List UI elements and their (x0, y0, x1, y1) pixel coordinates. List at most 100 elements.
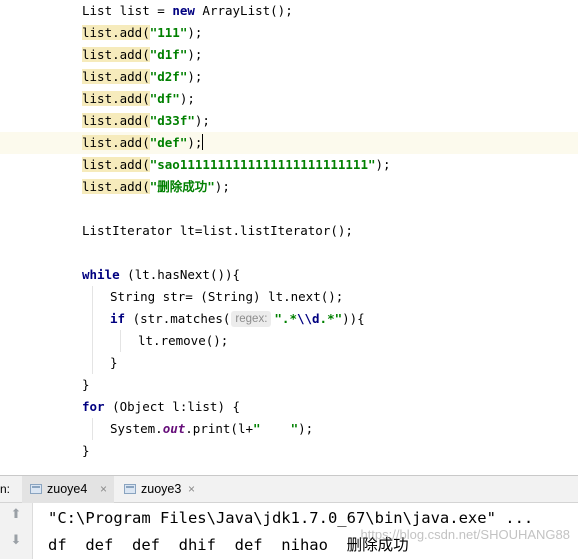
parameter-hint: regex: (231, 311, 272, 327)
code-token: while (82, 267, 120, 282)
code-token: "d1f" (149, 47, 188, 62)
code-line[interactable]: ListIterator lt=list.listIterator(); (0, 220, 578, 242)
tab-zuoye4[interactable]: zuoye4 × (22, 476, 114, 503)
close-icon[interactable]: × (188, 476, 195, 503)
code-token: String str= (String) lt.next(); (110, 289, 344, 304)
code-token: "111" (149, 25, 188, 40)
code-line-text: list.add("111"); (82, 22, 202, 44)
code-line-text: while (lt.hasNext()){ (82, 264, 240, 286)
code-token: ListIterator lt=list.listIterator(); (82, 223, 353, 238)
code-token: list.add( (82, 47, 150, 62)
code-line-text: String str= (String) lt.next(); (110, 286, 343, 308)
code-token: list.add( (82, 135, 150, 150)
indent-guide (120, 330, 121, 352)
code-token: ); (187, 69, 203, 84)
code-token: for (82, 399, 105, 414)
code-line-text: list.add("删除成功"); (82, 176, 230, 198)
code-line[interactable]: System.out.print(l+" "); (0, 418, 578, 440)
code-line-text: ListIterator lt=list.listIterator(); (82, 220, 353, 242)
code-token: ); (187, 135, 203, 150)
code-token: ".* (274, 311, 297, 326)
run-tab-bar: n: zuoye4 × zuoye3 × (0, 475, 578, 503)
close-icon[interactable]: × (100, 476, 107, 503)
code-token: (Object l:list) { (104, 399, 241, 414)
console-icon (124, 484, 136, 494)
tab-zuoye3[interactable]: zuoye3 × (116, 476, 208, 503)
console-icon (30, 484, 42, 494)
code-token: ); (187, 25, 203, 40)
text-caret (202, 134, 204, 150)
console-command-line: "C:\Program Files\Java\jdk1.7.0_67\bin\j… (48, 509, 534, 527)
code-token: new (172, 3, 195, 18)
code-line[interactable]: list.add("111"); (0, 22, 578, 44)
code-token: ); (179, 91, 195, 106)
code-token: "d2f" (149, 69, 188, 84)
code-line-text: } (82, 374, 90, 396)
code-token: "删除成功" (149, 179, 215, 194)
indent-guide (92, 286, 93, 374)
code-token: System. (110, 421, 163, 436)
code-token: .*" (319, 311, 343, 326)
code-line[interactable]: list.add("d1f"); (0, 44, 578, 66)
code-token: (lt.hasNext()){ (119, 267, 241, 282)
code-token: List list = (82, 3, 173, 18)
code-line-text: if (str.matches(regex: ".*\\d.*")){ (110, 308, 365, 330)
code-token: "def" (149, 135, 188, 150)
code-line[interactable]: } (0, 440, 578, 462)
code-editor[interactable]: List list = new ArrayList(); list.add("11… (0, 0, 578, 475)
code-token: (str.matches( (125, 311, 231, 326)
code-token: list.add( (82, 113, 150, 128)
code-line[interactable]: } (0, 374, 578, 396)
code-token: out (162, 421, 186, 436)
code-token: \\d (296, 311, 320, 326)
arrow-down-icon[interactable]: ⬇ (8, 533, 24, 549)
code-line[interactable]: List list = new ArrayList(); (0, 0, 578, 22)
code-token: } (82, 377, 90, 392)
code-token: "d33f" (149, 113, 195, 128)
tab-label: zuoye3 (141, 482, 182, 496)
run-panel-label: n: (0, 482, 11, 496)
code-line[interactable]: } (0, 352, 578, 374)
code-token: list.add( (82, 157, 150, 172)
code-line[interactable]: list.add("d33f"); (0, 110, 578, 132)
code-line[interactable]: if (str.matches(regex: ".*\\d.*")){ (0, 308, 578, 330)
code-token: } (110, 355, 118, 370)
code-line[interactable]: list.add("d2f"); (0, 66, 578, 88)
code-line[interactable]: for (Object l:list) { (0, 396, 578, 418)
code-line-text: list.add("d33f"); (82, 110, 210, 132)
watermark: https://blog.csdn.net/SHOUHANG88 (360, 527, 570, 542)
tab-label: zuoye4 (47, 482, 88, 496)
indent-guide (92, 418, 93, 440)
code-line-text: for (Object l:list) { (82, 396, 240, 418)
code-line[interactable]: lt.remove(); (0, 330, 578, 352)
code-token: ); (194, 113, 210, 128)
code-line-text: list.add("d1f"); (82, 44, 202, 66)
code-token: if (110, 311, 126, 326)
code-line[interactable]: String str= (String) lt.next(); (0, 286, 578, 308)
code-line[interactable]: list.add("删除成功"); (0, 176, 578, 198)
code-line[interactable]: while (lt.hasNext()){ (0, 264, 578, 286)
code-token: lt.remove(); (138, 333, 229, 348)
code-token: ); (375, 157, 391, 172)
code-token: ); (214, 179, 230, 194)
code-line-text: list.add("sao1111111111111111111111111")… (82, 154, 391, 176)
arrow-up-icon[interactable]: ⬆ (8, 507, 24, 523)
code-line[interactable]: list.add("def"); (0, 132, 578, 154)
code-token: ArrayList(); (194, 3, 293, 18)
code-token: ); (298, 421, 314, 436)
code-line[interactable]: list.add("sao1111111111111111111111111")… (0, 154, 578, 176)
console-toolbar: ⬆ ⬇ (0, 503, 33, 559)
code-line[interactable] (0, 242, 578, 264)
code-token: list.add( (82, 69, 150, 84)
code-token: " " (253, 421, 299, 436)
code-line-text: list.add("def"); (82, 132, 204, 154)
code-token: "df" (149, 91, 180, 106)
code-token: ); (187, 47, 203, 62)
code-line-text: lt.remove(); (138, 330, 228, 352)
console-output-line: df def def dhif def nihao 删除成功 (48, 536, 409, 554)
code-line[interactable] (0, 198, 578, 220)
code-line[interactable]: list.add("df"); (0, 88, 578, 110)
code-token: list.add( (82, 91, 150, 106)
code-line-text: } (82, 440, 90, 462)
code-line-text: } (110, 352, 118, 374)
